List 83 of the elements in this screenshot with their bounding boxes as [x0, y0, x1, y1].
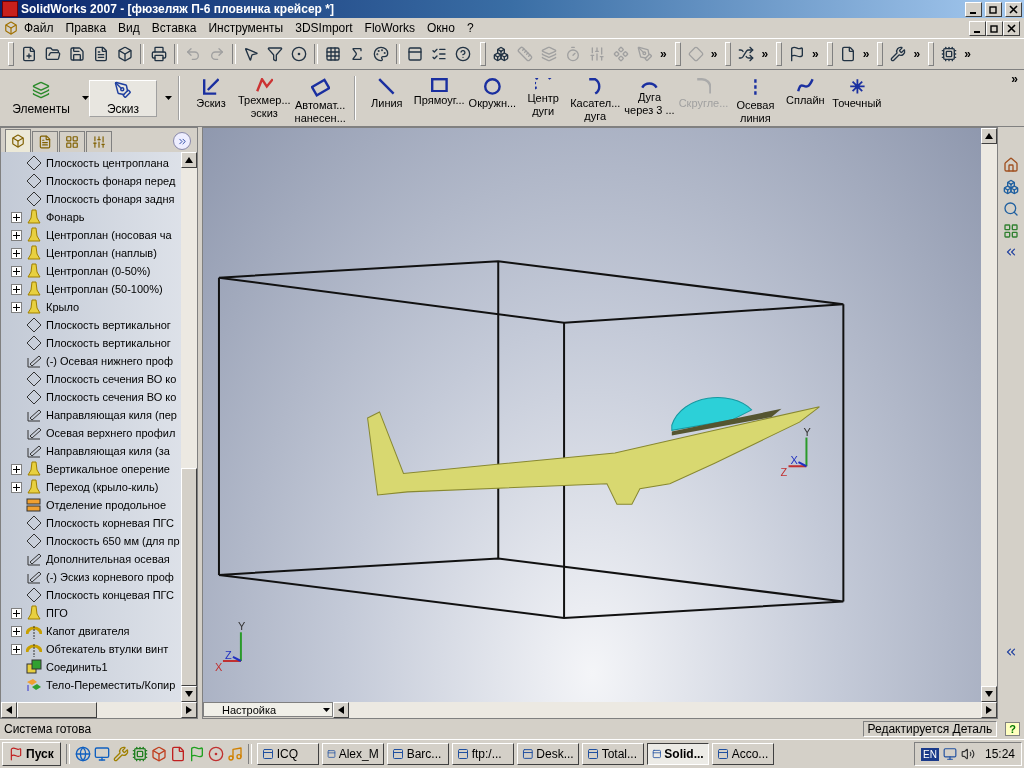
sketch-tool-button[interactable]: Осевая линия — [730, 70, 781, 126]
tree-item[interactable]: Вертикальное оперение — [46, 463, 170, 475]
sketch-tool-button[interactable]: Эскиз — [186, 70, 236, 126]
configuration-dropdown[interactable]: Настройка — [203, 702, 333, 717]
language-indicator[interactable]: EN — [921, 747, 939, 761]
tree-item[interactable]: Отделение продольное — [46, 499, 167, 511]
sketch-tool-button[interactable]: Касател... дуга — [568, 70, 623, 126]
help-button[interactable]: ? — [1005, 722, 1020, 736]
tree-item[interactable]: Плоскость 650 мм (для пр — [46, 535, 180, 547]
tree-item[interactable]: Плоскость вертикальног — [46, 337, 171, 349]
sketch-tool-button[interactable]: Точечный — [830, 70, 884, 126]
tree-item[interactable]: Плоскость центроплана — [46, 157, 169, 169]
menu-item[interactable]: Вид — [112, 21, 146, 35]
taskbar-button[interactable]: Desk... — [516, 743, 579, 765]
sketch-tool-button[interactable]: Линия — [361, 70, 412, 126]
tree-item[interactable]: Плоскость фонаря задня — [46, 193, 175, 205]
command-tab[interactable]: Эскиз — [89, 79, 157, 117]
more-button[interactable]: » — [759, 47, 771, 61]
more-button[interactable]: » — [810, 47, 821, 61]
taskbar-button[interactable]: Acco... — [711, 743, 774, 765]
sketch-tool-button[interactable]: Трехмер... эскиз — [236, 70, 293, 126]
more-button[interactable]: » — [911, 47, 923, 61]
tree-item[interactable]: Плоскость сечения ВО ко — [46, 391, 177, 403]
status-message: Система готова — [4, 722, 93, 736]
more-button[interactable]: » — [708, 47, 720, 61]
menu-item[interactable]: Вставка — [145, 21, 203, 35]
taskbar-button[interactable]: ICQ — [256, 743, 319, 765]
tree-item[interactable]: Фонарь — [46, 211, 85, 223]
axis-label: X — [214, 661, 223, 674]
taskbar-button[interactable]: Alex_M — [321, 743, 384, 765]
sketch-tool-button[interactable]: Дуга через 3 ... — [622, 70, 677, 126]
menu-item[interactable]: Окно — [421, 21, 461, 35]
tree-item[interactable]: Центроплан (50-100%) — [46, 283, 163, 295]
sketch-tool-button[interactable]: Прямоуг... — [411, 70, 467, 126]
tree-item[interactable]: Обтекатель втулки винт — [46, 643, 169, 655]
sketch-tool-button[interactable]: Центр дуги — [518, 70, 569, 126]
more-button[interactable]: » — [860, 47, 872, 61]
sketch-tool-button[interactable]: Автомат... нанесен... — [292, 70, 348, 126]
tree-item[interactable]: Центроплан (носовая ча — [46, 229, 172, 241]
tree-item[interactable]: (-) Эскиз корневого проф — [46, 571, 174, 583]
sketch-tool-button[interactable]: Сплайн — [780, 70, 831, 126]
start-button[interactable]: Пуск — [2, 742, 61, 766]
tree-item[interactable]: Центроплан (0-50%) — [46, 265, 151, 277]
menu-item[interactable]: 3DSImport — [289, 21, 359, 35]
menu-item[interactable]: FloWorks — [358, 21, 422, 35]
axis-label: X — [790, 454, 798, 467]
menu-item[interactable]: ? — [460, 21, 480, 35]
tree-item[interactable]: Плоскость вертикальног — [46, 319, 171, 331]
axis-label: Y — [803, 425, 811, 438]
command-tab[interactable]: Элементы — [8, 80, 74, 116]
taskbar-button[interactable]: Total... — [581, 743, 644, 765]
tree-item[interactable]: Осевая верхнего профил — [46, 427, 176, 439]
more-button[interactable]: » — [1011, 72, 1018, 86]
taskbar-button[interactable]: Solid... — [646, 743, 709, 765]
more-button[interactable]: » — [962, 47, 973, 61]
menu-item[interactable]: Инструменты — [202, 21, 290, 35]
menu-item[interactable]: Правка — [59, 21, 113, 35]
window-title: SolidWorks 2007 - [фюзеляж П-6 пловинка крейсер *] — [21, 2, 335, 16]
tree-item[interactable]: Дополнительная осевая — [46, 553, 170, 565]
clock: 15:24 — [984, 747, 1015, 761]
taskbar-button[interactable]: Barc... — [386, 743, 449, 765]
tree-item[interactable]: Плоскость корневая ПГС — [46, 517, 174, 529]
taskbar-button[interactable]: ftp:/... — [451, 743, 514, 765]
more-button[interactable]: » — [658, 47, 669, 61]
tree-item[interactable]: Плоскость сечения ВО ко — [46, 373, 177, 385]
tree-item[interactable]: Центроплан (наплыв) — [46, 247, 157, 259]
axis-label: Z — [780, 466, 788, 479]
tree-item[interactable]: Плоскость концевая ПГС — [46, 589, 175, 601]
tree-item[interactable]: (-) Осевая нижнего проф — [46, 355, 174, 367]
tree-item[interactable]: Переход (крыло-киль) — [46, 481, 159, 493]
tree-item[interactable]: Направляющая киля (за — [46, 445, 170, 457]
axis-label: Y — [237, 620, 246, 633]
tree-item[interactable]: Направляющая киля (пер — [46, 409, 177, 421]
tree-item[interactable]: Тело-Переместить/Копир — [46, 679, 176, 691]
tree-item[interactable]: Соединить1 — [46, 661, 108, 673]
axis-label: Z — [224, 648, 232, 661]
sketch-tool-button[interactable]: Окружн... — [466, 70, 519, 126]
tree-item[interactable]: Крыло — [46, 301, 80, 313]
status-mode: Редактируется Деталь — [862, 721, 998, 737]
menu-item[interactable]: Файл — [18, 21, 60, 35]
tree-item[interactable]: Плоскость фонаря перед — [46, 175, 176, 187]
tree-item[interactable]: ПГО — [46, 607, 68, 619]
tree-item[interactable]: Капот двигателя — [46, 625, 130, 637]
